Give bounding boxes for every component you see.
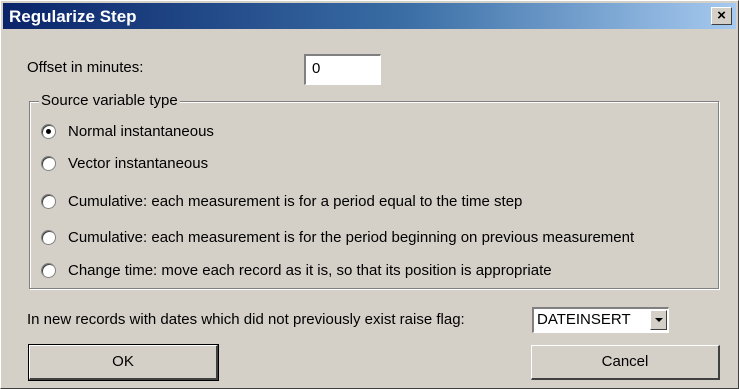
title-bar[interactable]: Regularize Step × (3, 3, 736, 29)
radio-button[interactable] (41, 155, 56, 171)
flag-select-value: DATEINSERT (537, 311, 631, 328)
close-button[interactable]: × (711, 7, 732, 25)
close-icon: × (717, 7, 726, 24)
radio-label: Normal instantaneous (68, 122, 214, 140)
ok-button[interactable]: OK (28, 344, 219, 381)
offset-label: Offset in minutes: (27, 59, 144, 76)
flag-select[interactable]: DATEINSERT (532, 307, 669, 333)
radio-vector-instantaneous[interactable]: Vector instantaneous (41, 153, 208, 173)
flag-label: In new records with dates which did not … (27, 311, 465, 328)
radio-button[interactable] (41, 262, 56, 278)
radio-cumulative-time-step[interactable]: Cumulative: each measurement is for a pe… (41, 191, 522, 211)
radio-label: Change time: move each record as it is, … (68, 261, 552, 279)
radio-button-checked[interactable] (41, 123, 56, 139)
regularize-step-dialog: Regularize Step × Offset in minutes: 0 S… (0, 0, 739, 389)
radio-button[interactable] (41, 193, 56, 209)
radio-label: Cumulative: each measurement is for a pe… (68, 192, 523, 210)
radio-change-time[interactable]: Change time: move each record as it is, … (41, 260, 552, 280)
radio-button[interactable] (41, 229, 56, 245)
radio-normal-instantaneous[interactable]: Normal instantaneous (41, 121, 214, 141)
window-title: Regularize Step (9, 7, 137, 26)
chevron-down-icon[interactable] (650, 310, 667, 330)
radio-label: Vector instantaneous (68, 154, 209, 172)
cancel-button[interactable]: Cancel (531, 345, 720, 380)
offset-input[interactable]: 0 (304, 54, 381, 85)
radio-label: Cumulative: each measurement is for the … (68, 228, 635, 246)
radio-cumulative-previous-measurement[interactable]: Cumulative: each measurement is for the … (41, 227, 634, 247)
group-legend: Source variable type (39, 92, 180, 109)
